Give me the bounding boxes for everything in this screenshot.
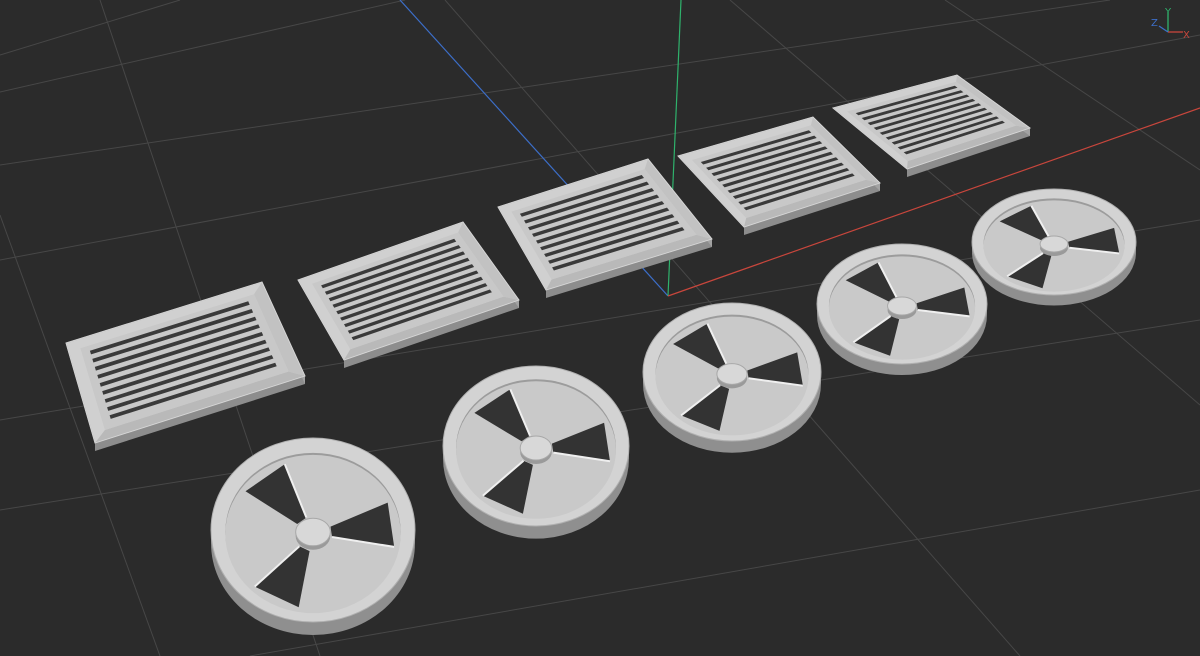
model-layer: [65, 74, 1137, 636]
round-fan-vent[interactable]: [642, 302, 822, 453]
round-fan-vent[interactable]: [971, 188, 1137, 306]
viewport-canvas[interactable]: [0, 0, 1200, 656]
fan-hub: [1039, 235, 1069, 253]
round-fan-vent[interactable]: [210, 437, 416, 636]
rectangular-vent-grille[interactable]: [677, 116, 881, 235]
gizmo-x-label: X: [1183, 30, 1190, 40]
rectangular-vent-grille[interactable]: [831, 74, 1032, 177]
rectangular-vent-grille[interactable]: [297, 221, 520, 368]
fan-hub: [716, 363, 748, 385]
round-fan-vent[interactable]: [816, 243, 988, 376]
axis-gizmo[interactable]: Y Z X: [1146, 6, 1196, 40]
gizmo-z-label: Z: [1151, 18, 1158, 29]
3d-viewport[interactable]: Y Z X: [0, 0, 1200, 656]
fan-hub: [887, 296, 917, 316]
gizmo-y-label: Y: [1164, 7, 1172, 18]
fan-hub: [295, 517, 331, 547]
round-fan-vent[interactable]: [442, 365, 630, 539]
rectangular-vent-grille[interactable]: [65, 281, 306, 451]
rectangular-vent-grille[interactable]: [497, 158, 713, 298]
fan-hub: [519, 435, 553, 461]
